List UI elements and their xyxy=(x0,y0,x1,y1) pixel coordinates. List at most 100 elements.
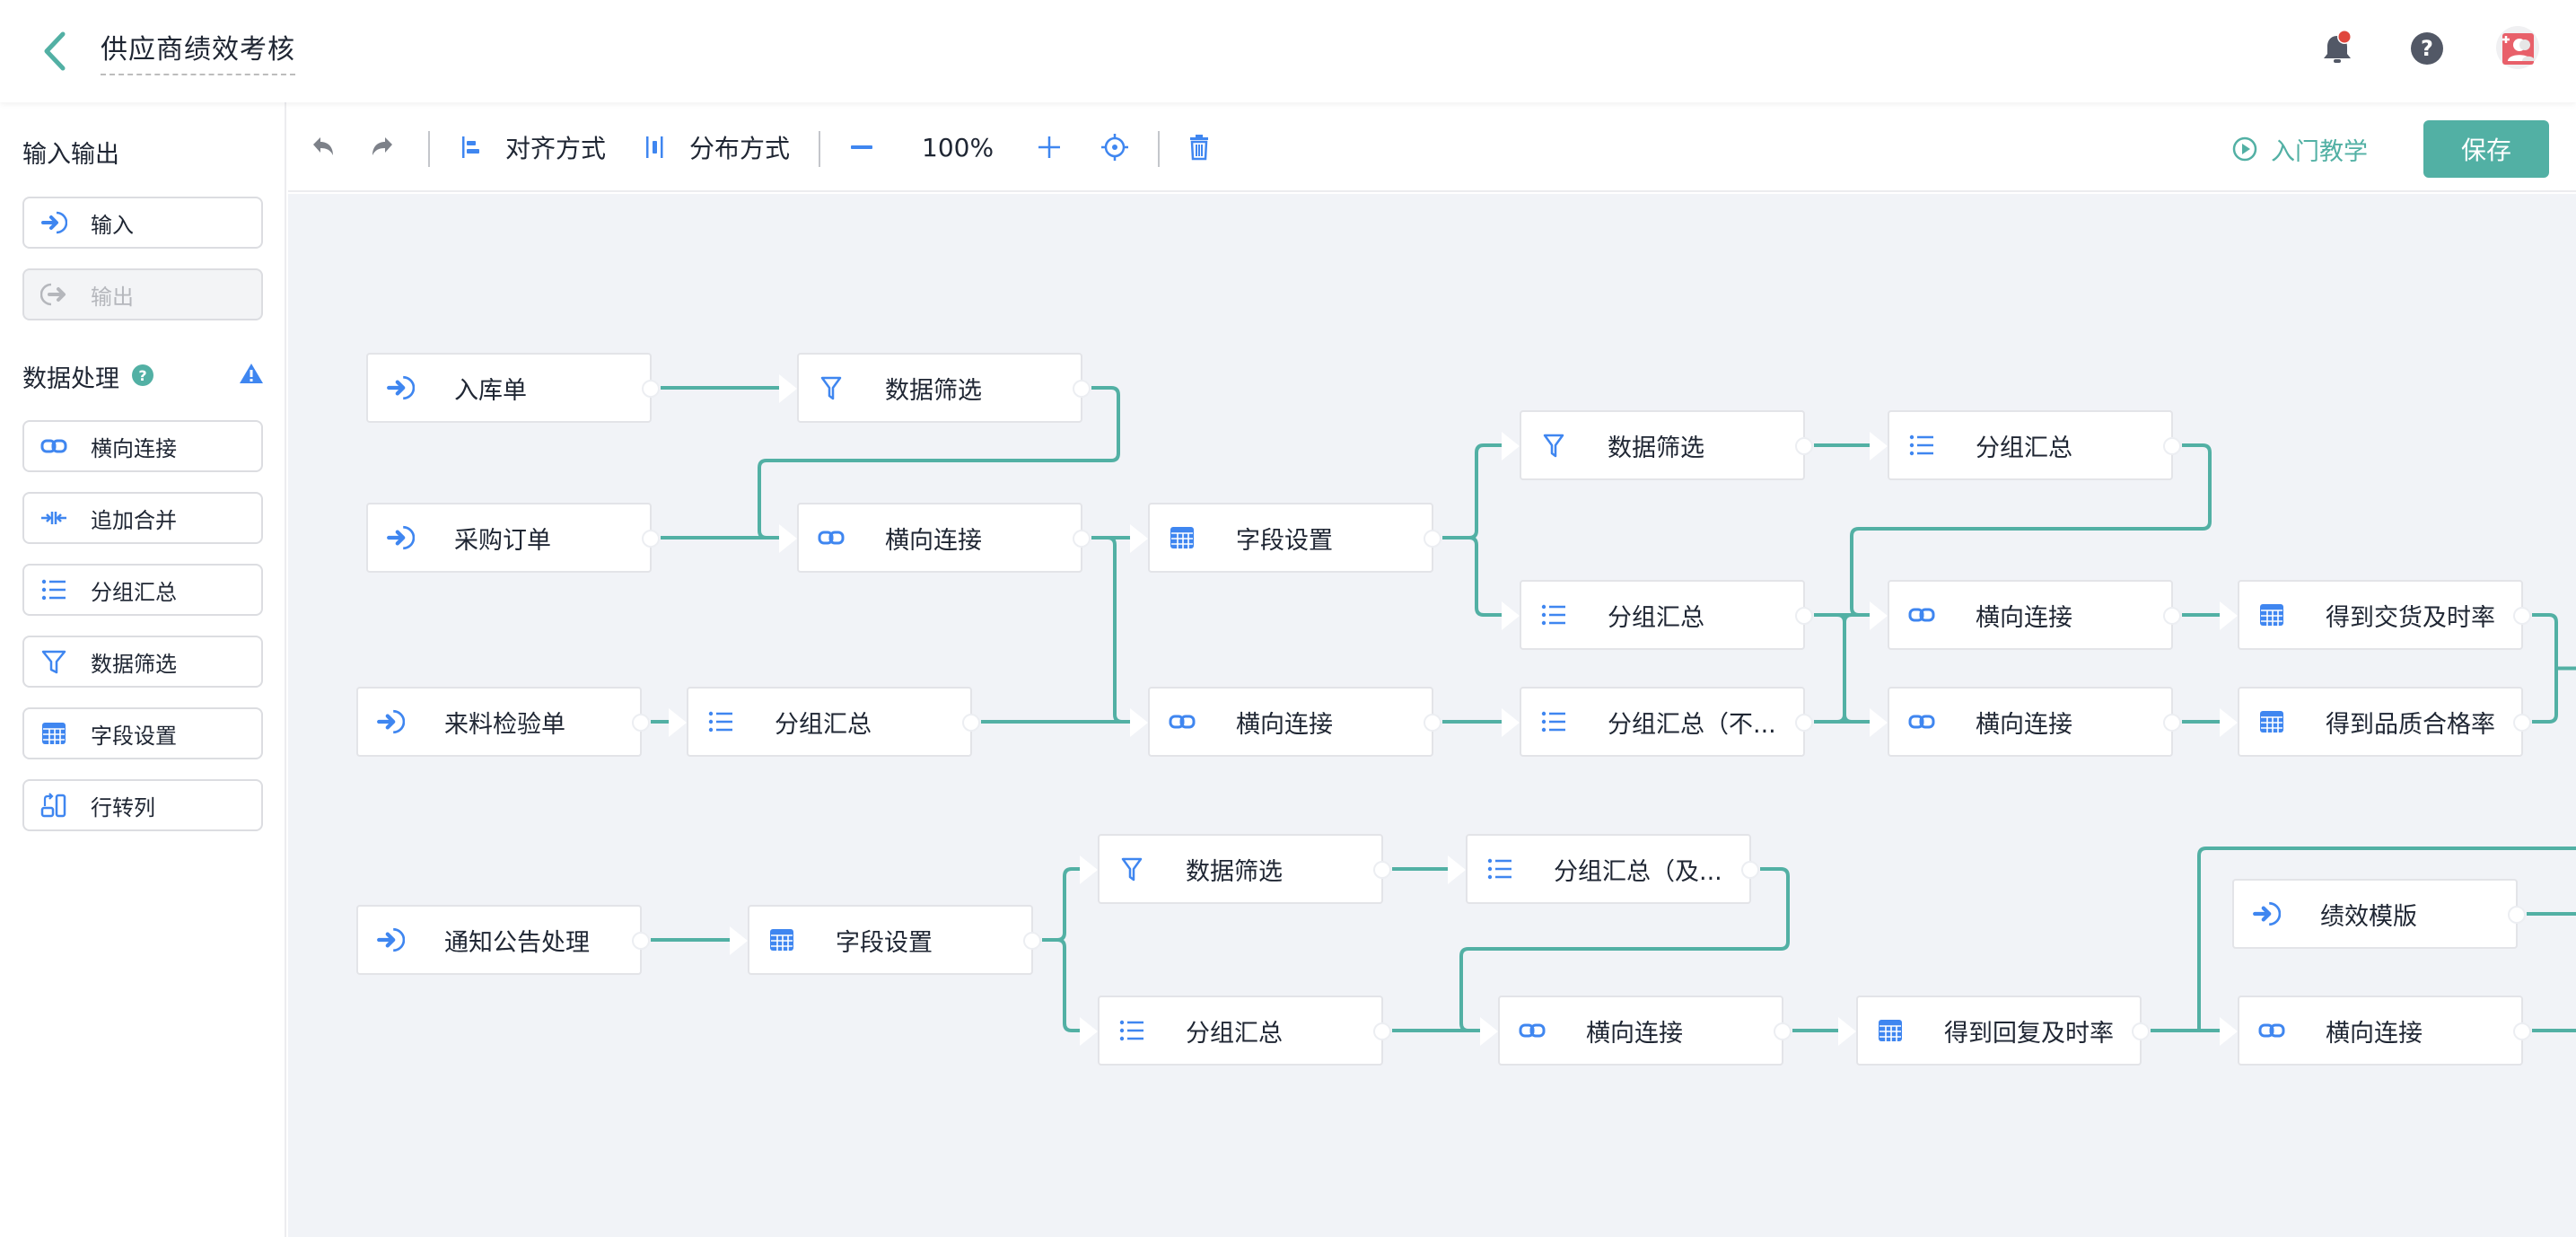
flow-node[interactable]: 来料检验单 xyxy=(356,687,650,757)
fit-center-button[interactable] xyxy=(1100,102,1129,192)
flow-node[interactable]: 横向连接 xyxy=(1480,996,1792,1066)
input-port[interactable] xyxy=(1448,855,1466,884)
output-port[interactable] xyxy=(1073,380,1091,398)
help-button[interactable]: ? xyxy=(2407,29,2447,68)
output-port[interactable] xyxy=(1424,530,1441,548)
input-port[interactable] xyxy=(2220,1017,2238,1046)
sidebar-item-output[interactable]: 输出 xyxy=(22,268,263,320)
sidebar-item-append-merge[interactable]: 追加合并 xyxy=(22,492,263,544)
flow-node[interactable]: 横向连接 xyxy=(1870,580,2181,650)
flow-node[interactable]: 横向连接 xyxy=(1870,687,2181,757)
sidebar-item-group-summary[interactable]: 分组汇总 xyxy=(22,564,263,616)
input-port[interactable] xyxy=(1838,1017,1856,1046)
chevron-left-icon xyxy=(44,31,66,71)
flow-node[interactable]: 数据筛选 xyxy=(1080,834,1391,904)
node-label: 横向连接 xyxy=(885,526,982,555)
output-port[interactable] xyxy=(2508,906,2526,924)
node-label: 分组汇总 xyxy=(1186,1019,1283,1048)
warning-icon[interactable] xyxy=(239,362,264,385)
sidebar-item-input[interactable]: 输入 xyxy=(22,197,263,249)
output-port[interactable] xyxy=(1073,530,1091,548)
output-port[interactable] xyxy=(1373,861,1391,879)
flow-node[interactable]: 字段设置 xyxy=(1130,503,1441,573)
delete-button[interactable] xyxy=(1186,102,1213,192)
input-port[interactable] xyxy=(1130,524,1148,553)
output-port[interactable] xyxy=(2163,607,2181,625)
input-port[interactable] xyxy=(779,374,797,403)
node-label: 数据筛选 xyxy=(1608,434,1704,462)
align-button[interactable]: 对齐方式 xyxy=(459,102,606,192)
input-port[interactable] xyxy=(2220,708,2238,737)
input-port[interactable] xyxy=(779,524,797,553)
notifications-button[interactable] xyxy=(2318,29,2357,68)
zoom-in-button[interactable] xyxy=(1036,102,1063,192)
output-port[interactable] xyxy=(642,380,660,398)
sidebar-item-row-to-column[interactable]: 行转列 xyxy=(22,779,263,831)
input-port[interactable] xyxy=(1870,432,1888,461)
output-port[interactable] xyxy=(1373,1022,1391,1040)
flow-node[interactable]: 得到交货及时率 xyxy=(2220,580,2531,650)
output-port[interactable] xyxy=(2513,1022,2531,1040)
flow-node[interactable]: 得到回复及时率 xyxy=(1838,996,2150,1066)
input-port[interactable] xyxy=(2220,601,2238,630)
input-port[interactable] xyxy=(1480,1017,1498,1046)
sidebar-item-horizontal-join[interactable]: 横向连接 xyxy=(22,420,263,472)
input-port[interactable] xyxy=(1080,855,1098,884)
table-icon xyxy=(40,720,67,747)
input-port[interactable] xyxy=(1080,1017,1098,1046)
distribute-button[interactable]: 分布方式 xyxy=(643,102,790,192)
flow-node[interactable]: 采购订单 xyxy=(366,503,660,573)
user-avatar[interactable] xyxy=(2495,25,2540,70)
page-title[interactable]: 供应商绩效考核 xyxy=(101,27,295,75)
flow-node[interactable]: 分组汇总 xyxy=(1502,580,1813,650)
flow-node[interactable]: 通知公告处理 xyxy=(356,905,650,975)
input-port[interactable] xyxy=(1130,708,1148,737)
flow-node[interactable]: 分组汇总 xyxy=(1080,996,1391,1066)
input-port[interactable] xyxy=(1870,601,1888,630)
undo-button[interactable] xyxy=(310,102,337,192)
output-port[interactable] xyxy=(632,714,650,732)
flow-node[interactable]: 入库单 xyxy=(366,353,660,423)
output-port[interactable] xyxy=(2132,1022,2150,1040)
flow-node[interactable]: 分组汇总 xyxy=(669,687,980,757)
output-port[interactable] xyxy=(1795,437,1813,455)
flow-node[interactable]: 横向连接 xyxy=(1130,687,1441,757)
help-circle-icon[interactable]: ? xyxy=(131,364,154,387)
output-port[interactable] xyxy=(2163,437,2181,455)
zoom-out-button[interactable] xyxy=(848,102,875,192)
input-port[interactable] xyxy=(669,708,687,737)
output-port[interactable] xyxy=(2513,714,2531,732)
back-button[interactable] xyxy=(38,29,74,74)
tutorial-link[interactable]: 入门教学 xyxy=(2231,120,2368,178)
redo-button[interactable] xyxy=(369,102,396,192)
output-port[interactable] xyxy=(1795,714,1813,732)
flow-node[interactable]: 数据筛选 xyxy=(1502,410,1813,480)
flow-node[interactable]: 分组汇总（不... xyxy=(1502,687,1813,757)
sidebar-item-data-filter[interactable]: 数据筛选 xyxy=(22,636,263,688)
output-port[interactable] xyxy=(962,714,980,732)
output-port[interactable] xyxy=(642,530,660,548)
input-port[interactable] xyxy=(1870,708,1888,737)
flow-node[interactable]: 分组汇总 xyxy=(1870,410,2181,480)
output-port[interactable] xyxy=(1795,607,1813,625)
save-button[interactable]: 保存 xyxy=(2423,120,2549,178)
flow-node[interactable]: 数据筛选 xyxy=(779,353,1091,423)
flow-node[interactable]: 得到品质合格率 xyxy=(2220,687,2531,757)
input-port[interactable] xyxy=(1502,601,1520,630)
flow-node[interactable]: 横向连接 xyxy=(2220,996,2531,1066)
sidebar-item-field-settings[interactable]: 字段设置 xyxy=(22,707,263,759)
flow-node[interactable]: 横向连接 xyxy=(779,503,1091,573)
output-port[interactable] xyxy=(1774,1022,1792,1040)
output-port[interactable] xyxy=(2513,607,2531,625)
input-port[interactable] xyxy=(1502,708,1520,737)
output-port[interactable] xyxy=(1424,714,1441,732)
flow-node[interactable]: 字段设置 xyxy=(730,905,1041,975)
output-port[interactable] xyxy=(1023,932,1041,950)
flow-node[interactable]: 绩效模版 xyxy=(2232,879,2526,949)
output-port[interactable] xyxy=(632,932,650,950)
output-port[interactable] xyxy=(2163,714,2181,732)
output-port[interactable] xyxy=(1741,861,1759,879)
flow-node[interactable]: 分组汇总（及... xyxy=(1448,834,1759,904)
input-port[interactable] xyxy=(730,926,748,955)
input-port[interactable] xyxy=(1502,432,1520,461)
